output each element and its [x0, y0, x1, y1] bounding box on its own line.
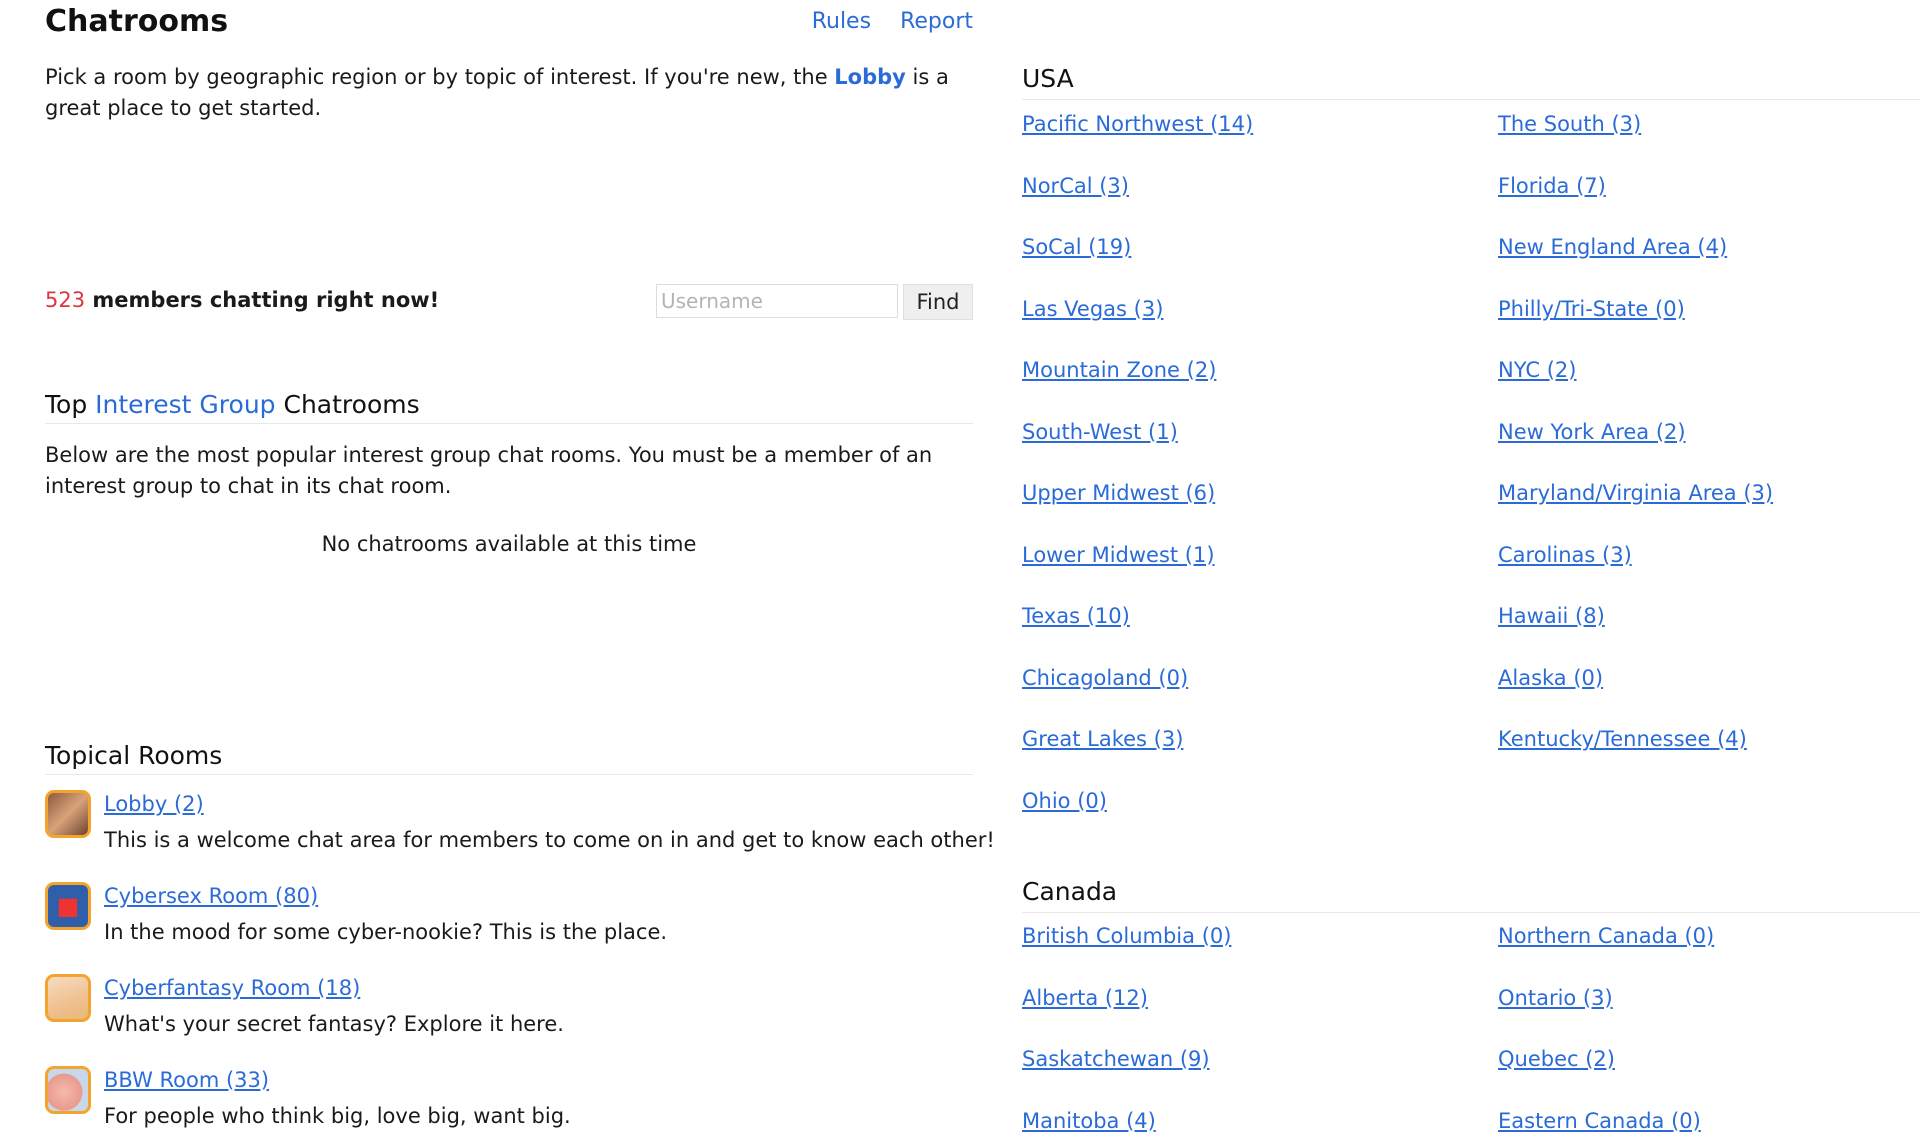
- canada-room-link[interactable]: Manitoba (4): [1022, 1109, 1156, 1133]
- usa-room-link[interactable]: Upper Midwest (6): [1022, 481, 1215, 505]
- usa-room-link[interactable]: Philly/Tri-State (0): [1498, 297, 1685, 321]
- usa-room-link[interactable]: The South (3): [1498, 112, 1641, 136]
- usa-room-link[interactable]: Maryland/Virginia Area (3): [1498, 481, 1773, 505]
- usa-room-link[interactable]: Las Vegas (3): [1022, 297, 1163, 321]
- bbw-room-icon[interactable]: [45, 1066, 91, 1114]
- usa-room-link[interactable]: Lower Midwest (1): [1022, 543, 1215, 567]
- canada-room-link[interactable]: British Columbia (0): [1022, 924, 1231, 948]
- members-online: 523 members chatting right now!: [45, 288, 439, 312]
- canada-heading: Canada: [1022, 877, 1920, 913]
- usa-room-link[interactable]: NYC (2): [1498, 358, 1576, 382]
- interest-group-heading-prefix: Top: [45, 390, 96, 419]
- usa-room-link[interactable]: New York Area (2): [1498, 420, 1686, 444]
- usa-rooms-grid: Pacific Northwest (14) The South (3) Nor…: [1022, 112, 1920, 850]
- usa-room-link[interactable]: South-West (1): [1022, 420, 1178, 444]
- lobby-room-link[interactable]: Lobby (2): [104, 792, 204, 816]
- cybersex-room-icon[interactable]: ■: [45, 882, 91, 930]
- usa-room-link[interactable]: Chicagoland (0): [1022, 666, 1188, 690]
- usa-room-link[interactable]: Texas (10): [1022, 604, 1130, 628]
- usa-room-link[interactable]: Kentucky/Tennessee (4): [1498, 727, 1747, 751]
- usa-room-link[interactable]: Pacific Northwest (14): [1022, 112, 1253, 136]
- find-button[interactable]: Find: [903, 284, 973, 320]
- cyberfantasy-room-link[interactable]: Cyberfantasy Room (18): [104, 976, 360, 1000]
- rules-link[interactable]: Rules: [812, 9, 871, 34]
- canada-room-link[interactable]: Eastern Canada (0): [1498, 1109, 1701, 1133]
- usa-room-link[interactable]: NorCal (3): [1022, 174, 1129, 198]
- usa-room-link[interactable]: Florida (7): [1498, 174, 1606, 198]
- canada-room-link[interactable]: Alberta (12): [1022, 986, 1148, 1010]
- topical-room-item: Lobby (2) This is a welcome chat area fo…: [45, 788, 995, 880]
- usa-heading: USA: [1022, 64, 1920, 100]
- cybersex-room-description: In the mood for some cyber-nookie? This …: [104, 920, 668, 944]
- usa-room-link[interactable]: SoCal (19): [1022, 235, 1131, 259]
- interest-group-link[interactable]: Interest Group: [95, 390, 275, 419]
- canada-room-link[interactable]: Northern Canada (0): [1498, 924, 1714, 948]
- usa-room-link[interactable]: Mountain Zone (2): [1022, 358, 1216, 382]
- canada-room-link[interactable]: Saskatchewan (9): [1022, 1047, 1210, 1071]
- canada-rooms-grid: British Columbia (0) Northern Canada (0)…: [1022, 924, 1920, 1144]
- right-column: USA Pacific Northwest (14) The South (3)…: [1022, 0, 1920, 1144]
- canada-room-link[interactable]: Quebec (2): [1498, 1047, 1615, 1071]
- lobby-icon[interactable]: [45, 790, 91, 838]
- interest-group-description: Below are the most popular interest grou…: [45, 443, 933, 498]
- bbw-room-description: For people who think big, love big, want…: [104, 1104, 571, 1128]
- usa-room-link[interactable]: Ohio (0): [1022, 789, 1107, 813]
- intro-lobby-link[interactable]: Lobby: [834, 65, 906, 89]
- interest-group-empty-message: No chatrooms available at this time: [321, 532, 697, 556]
- topical-room-item: BBW Room (33) For people who think big, …: [45, 1064, 973, 1144]
- intro-text: Pick a room by geographic region or by t…: [45, 62, 973, 124]
- intro-text-before: Pick a room by geographic region or by t…: [45, 65, 835, 89]
- cyberfantasy-room-icon[interactable]: [45, 974, 91, 1022]
- usa-room-link[interactable]: Carolinas (3): [1498, 543, 1632, 567]
- page-title: Chatrooms: [45, 4, 229, 39]
- report-link[interactable]: Report: [900, 9, 973, 34]
- left-column: Chatrooms Rules Report Pick a room by ge…: [45, 0, 995, 1144]
- usa-room-link[interactable]: Great Lakes (3): [1022, 727, 1183, 751]
- cybersex-room-link[interactable]: Cybersex Room (80): [104, 884, 318, 908]
- cyberfantasy-room-description: What's your secret fantasy? Explore it h…: [104, 1012, 564, 1036]
- interest-group-heading: Top Interest Group Chatrooms: [45, 390, 973, 424]
- bbw-room-link[interactable]: BBW Room (33): [104, 1068, 269, 1092]
- members-count: 523: [45, 288, 86, 312]
- topical-room-item: Cyberfantasy Room (18) What's your secre…: [45, 972, 973, 1064]
- members-text: members chatting right now!: [85, 288, 440, 312]
- topical-room-item: ■ Cybersex Room (80) In the mood for som…: [45, 880, 973, 972]
- usa-room-link[interactable]: New England Area (4): [1498, 235, 1727, 259]
- top-links: Rules Report: [790, 9, 973, 34]
- usa-room-link[interactable]: Alaska (0): [1498, 666, 1603, 690]
- lobby-room-description: This is a welcome chat area for members …: [104, 828, 995, 852]
- find-user-form: Find: [656, 284, 973, 320]
- topical-rooms-heading: Topical Rooms: [45, 741, 973, 775]
- usa-room-link[interactable]: Hawaii (8): [1498, 604, 1605, 628]
- topical-rooms-list: Lobby (2) This is a welcome chat area fo…: [45, 788, 995, 1144]
- username-input[interactable]: [656, 284, 898, 318]
- interest-group-heading-suffix: Chatrooms: [275, 390, 420, 419]
- canada-room-link[interactable]: Ontario (3): [1498, 986, 1613, 1010]
